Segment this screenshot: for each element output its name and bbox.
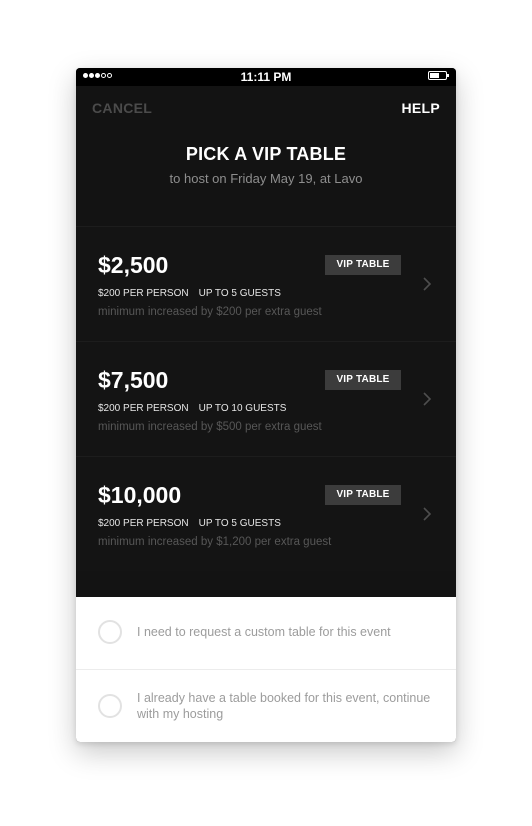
custom-table-label: I need to request a custom table for thi… [137,625,391,639]
minimum-note: minimum increased by $1,200 per extra gu… [98,536,332,548]
table-price: $2,500 [98,252,169,278]
status-bar: 11:11 PM [76,68,456,86]
status-time: 11:11 PM [240,70,292,84]
battery-fill [430,73,439,78]
vip-table-badge: VIP TABLE [325,370,401,390]
custom-table-option[interactable]: I need to request a custom table for thi… [76,597,456,670]
table-price: $10,000 [98,482,182,508]
guest-limit: UP TO 5 GUESTS [198,518,281,529]
table-details: $200 PER PERSON UP TO 10 GUESTS [98,403,286,414]
guest-limit: UP TO 10 GUESTS [198,403,287,414]
page-title: PICK A VIP TABLE [185,144,347,164]
already-booked-option[interactable]: I already have a table booked for this e… [76,670,456,742]
minimum-note: minimum increased by $500 per extra gues… [98,421,322,433]
vip-table-option[interactable]: $10,000 VIP TABLE $200 PER PERSON UP TO 5… [76,456,456,571]
table-details: $200 PER PERSON UP TO 5 GUESTS [98,518,281,529]
vip-table-list: $2,500 VIP TABLE $200 PER PERSON UP TO 5 … [76,226,456,571]
page-subtitle: to host on Friday May 19, at Lavo [169,171,363,186]
battery-nub [447,74,449,77]
help-button[interactable]: HELP [401,100,440,116]
vip-table-badge: VIP TABLE [325,485,401,505]
radio-circle-icon[interactable] [98,694,122,718]
chevron-right-icon [423,277,432,291]
vip-table-option[interactable]: $2,500 VIP TABLE $200 PER PERSON UP TO 5 … [76,226,456,341]
vip-table-badge: VIP TABLE [325,255,401,275]
table-price: $7,500 [98,367,169,393]
table-details: $200 PER PERSON UP TO 5 GUESTS [98,288,281,299]
already-booked-label: I already have a table booked for this e… [137,691,431,721]
chevron-right-icon [423,507,432,521]
per-person-price: $200 PER PERSON [98,518,189,529]
minimum-note: minimum increased by $200 per extra gues… [98,306,322,318]
per-person-price: $200 PER PERSON [98,288,189,299]
battery-icon [428,71,449,80]
options-sheet: I need to request a custom table for thi… [76,597,456,742]
chevron-right-icon [423,392,432,406]
vip-table-option[interactable]: $7,500 VIP TABLE $200 PER PERSON UP TO 10… [76,341,456,456]
per-person-price: $200 PER PERSON [98,403,189,414]
phone-screen: 11:11 PM CANCEL HELP PICK A VIP TABLE to… [76,68,456,742]
guest-limit: UP TO 5 GUESTS [198,288,281,299]
cancel-button[interactable]: CANCEL [92,100,152,116]
radio-circle-icon[interactable] [98,620,122,644]
